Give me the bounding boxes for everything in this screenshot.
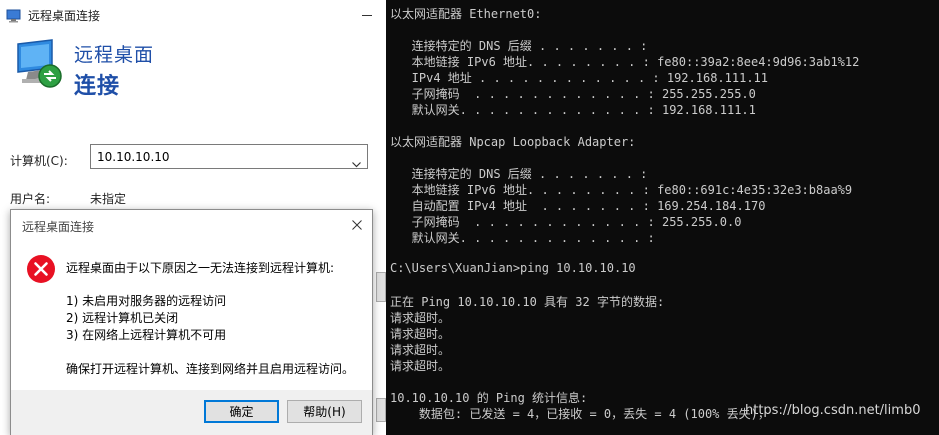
ok-button[interactable]: 确定 [204, 400, 279, 423]
dialog-title: 远程桌面连接 [22, 220, 95, 234]
close-icon [352, 220, 362, 230]
console-line: 默认网关. . . . . . . . . . . . . : [390, 231, 655, 245]
rdp-banner: 远程桌面 连接 [0, 30, 386, 100]
help-button[interactable]: 帮助(H) [287, 400, 362, 423]
console-line: 请求超时。 [390, 311, 451, 325]
console-line: 以太网适配器 Ethernet0: [390, 7, 542, 21]
close-button[interactable] [342, 210, 372, 240]
chevron-down-icon[interactable] [352, 153, 361, 168]
watermark-text: https://blog.csdn.net/limb0 [745, 403, 921, 418]
error-icon [26, 254, 56, 284]
console-window[interactable]: 以太网适配器 Ethernet0: 连接特定的 DNS 后缀 . . . . .… [388, 0, 939, 435]
banner-title: 远程桌面 [74, 44, 155, 66]
dialog-reason: 1) 未启用对服务器的远程访问 [66, 294, 227, 308]
console-line: C:\Users\XuanJian>ping 10.10.10.10 [390, 261, 636, 275]
console-line: IPv4 地址 . . . . . . . . . . . . : 192.16… [390, 71, 769, 85]
console-line: 以太网适配器 Npcap Loopback Adapter: [390, 135, 636, 149]
console-line: 正在 Ping 10.10.10.10 具有 32 字节的数据: [390, 295, 665, 309]
dialog-reason: 3) 在网络上远程计算机不可用 [66, 328, 227, 342]
computer-combobox[interactable]: 10.10.10.10 [90, 144, 368, 169]
console-line: 请求超时。 [390, 359, 451, 373]
console-line: 默认网关. . . . . . . . . . . . . : 192.168.… [390, 103, 756, 117]
console-line: 连接特定的 DNS 后缀 . . . . . . . : [390, 167, 648, 181]
dialog-message: 远程桌面由于以下原因之一无法连接到远程计算机: [66, 261, 335, 275]
rdp-titlebar: 远程桌面连接 [0, 0, 386, 30]
console-line: 数据包: 已发送 = 4，已接收 = 0，丢失 = 4 (100% 丢失)， [390, 407, 770, 421]
console-line: 10.10.10.10 的 Ping 统计信息: [390, 391, 588, 405]
username-value: 未指定 [90, 192, 127, 206]
rdp-window-title: 远程桌面连接 [28, 9, 101, 23]
minimize-button[interactable] [350, 0, 386, 30]
remote-desktop-logo-icon [12, 38, 66, 90]
console-line: 请求超时。 [390, 327, 451, 341]
computer-label: 计算机(C): [10, 154, 68, 168]
console-line: 子网掩码 . . . . . . . . . . . . : 255.255.0… [390, 215, 742, 229]
console-line: 子网掩码 . . . . . . . . . . . . : 255.255.2… [390, 87, 756, 101]
partially-hidden-button[interactable] [376, 398, 386, 422]
dialog-hint: 确保打开远程计算机、连接到网络并且启用远程访问。 [66, 362, 355, 376]
console-line: 连接特定的 DNS 后缀 . . . . . . . : [390, 39, 648, 53]
error-dialog: 远程桌面连接 远程桌面由于以下原因之一无法连接到远程计算机: 1) 未启用对服务… [10, 209, 373, 435]
dialog-titlebar: 远程桌面连接 [11, 210, 372, 240]
console-line: 本地链接 IPv6 地址. . . . . . . . : fe80::691c… [390, 183, 853, 197]
computer-value: 10.10.10.10 [97, 150, 170, 164]
username-label: 用户名: [10, 192, 51, 206]
console-line: 自动配置 IPv4 地址 . . . . . . . : 169.254.184… [390, 199, 766, 213]
console-line: 请求超时。 [390, 343, 451, 357]
dialog-footer: 确定 帮助(H) [11, 390, 372, 435]
partially-hidden-button[interactable] [376, 272, 386, 302]
rdp-app-icon [6, 8, 22, 23]
dialog-reason: 2) 远程计算机已关闭 [66, 311, 179, 325]
banner-subtitle: 连接 [74, 74, 121, 99]
console-line: 本地链接 IPv6 地址. . . . . . . . : fe80::39a2… [390, 55, 860, 69]
